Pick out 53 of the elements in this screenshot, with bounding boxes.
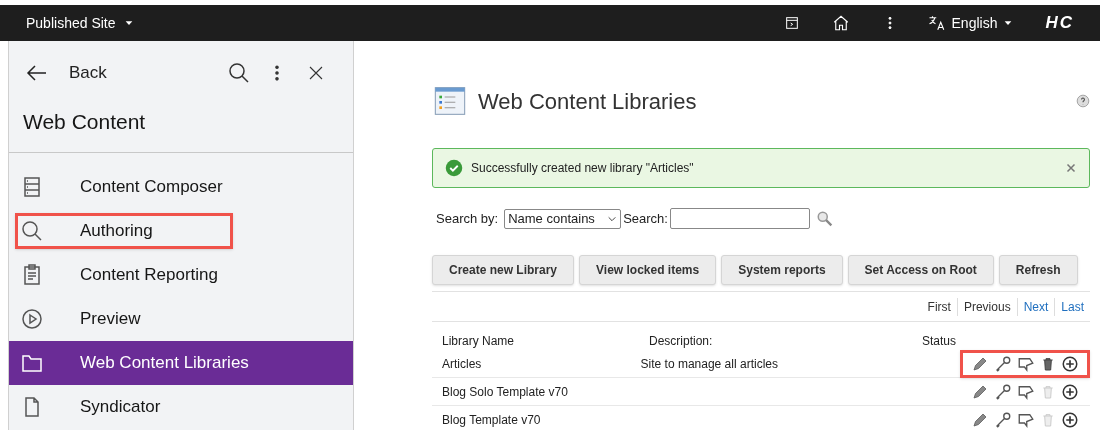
toolbar-button[interactable]: View locked items [579, 255, 717, 285]
search-icon [20, 219, 44, 243]
caret-icon [1003, 18, 1014, 28]
key-icon[interactable] [994, 410, 1012, 429]
table-cell-text: Blog Solo Template v70 [442, 383, 569, 401]
back-button[interactable]: Back [25, 60, 107, 86]
highlight-box: Authoring [15, 213, 233, 249]
pagination-link[interactable]: Previous [956, 297, 1017, 316]
play-icon [20, 307, 44, 331]
pagination-link[interactable]: Last [1054, 297, 1090, 316]
search-by-dropdown[interactable]: Name contains [504, 208, 622, 229]
caret-icon [123, 18, 134, 28]
toolbar-button[interactable]: Refresh [998, 255, 1078, 285]
column-header: Status [922, 333, 958, 350]
search-icon[interactable] [227, 61, 251, 85]
table-cell-text: Articles [442, 355, 483, 373]
sidebar-item[interactable]: Content Reporting [9, 253, 353, 297]
page-title: Web Content Libraries [478, 87, 697, 116]
toolbar-button[interactable]: Create new Library [432, 255, 575, 285]
toolbar-button[interactable]: System reports [721, 255, 843, 285]
plus-circle-icon[interactable] [1061, 382, 1079, 401]
key-icon[interactable] [994, 354, 1012, 373]
logo: HC [1045, 12, 1074, 35]
sidebar-item[interactable]: Content Composer [9, 165, 353, 209]
help-icon[interactable] [1076, 94, 1090, 108]
panel-icon[interactable] [783, 15, 800, 31]
sidebar-title: Web Content [22, 109, 147, 135]
pagination-link[interactable]: First [921, 297, 957, 316]
sidebar-item[interactable]: Web Content Libraries [9, 341, 353, 385]
language-menu[interactable]: English [927, 12, 1014, 34]
plus-circle-icon[interactable] [1061, 354, 1079, 373]
column-header: Description: [649, 333, 714, 350]
magnifier-icon[interactable] [815, 209, 834, 228]
table-cell-text: Site to manage all articles [640, 355, 779, 373]
sidebar-item[interactable]: Syndicator [9, 385, 353, 429]
check-circle-icon [445, 159, 463, 177]
translate-icon [927, 14, 946, 32]
sidebar-item[interactable]: Authoring [9, 209, 353, 253]
site-menu[interactable]: Published Site [26, 12, 134, 34]
toolbar-button[interactable]: Set Access on Root [847, 255, 994, 285]
table-cell-text: Blog Template v70 [442, 411, 542, 429]
sidebar-item[interactable]: Preview [9, 297, 353, 341]
home-icon[interactable] [831, 14, 850, 32]
search-field[interactable] [669, 208, 810, 229]
search-by-label: Search by: [436, 209, 499, 228]
search-label: Search: [623, 209, 668, 228]
alert-message: Successfully created new library "Articles" [471, 160, 694, 177]
plus-circle-icon[interactable] [1061, 410, 1079, 429]
library-window-icon [432, 85, 468, 117]
close-icon[interactable] [307, 64, 325, 82]
pagination-link[interactable]: Next [1016, 297, 1055, 316]
column-header: Library Name [442, 333, 516, 350]
key-icon[interactable] [994, 382, 1012, 401]
